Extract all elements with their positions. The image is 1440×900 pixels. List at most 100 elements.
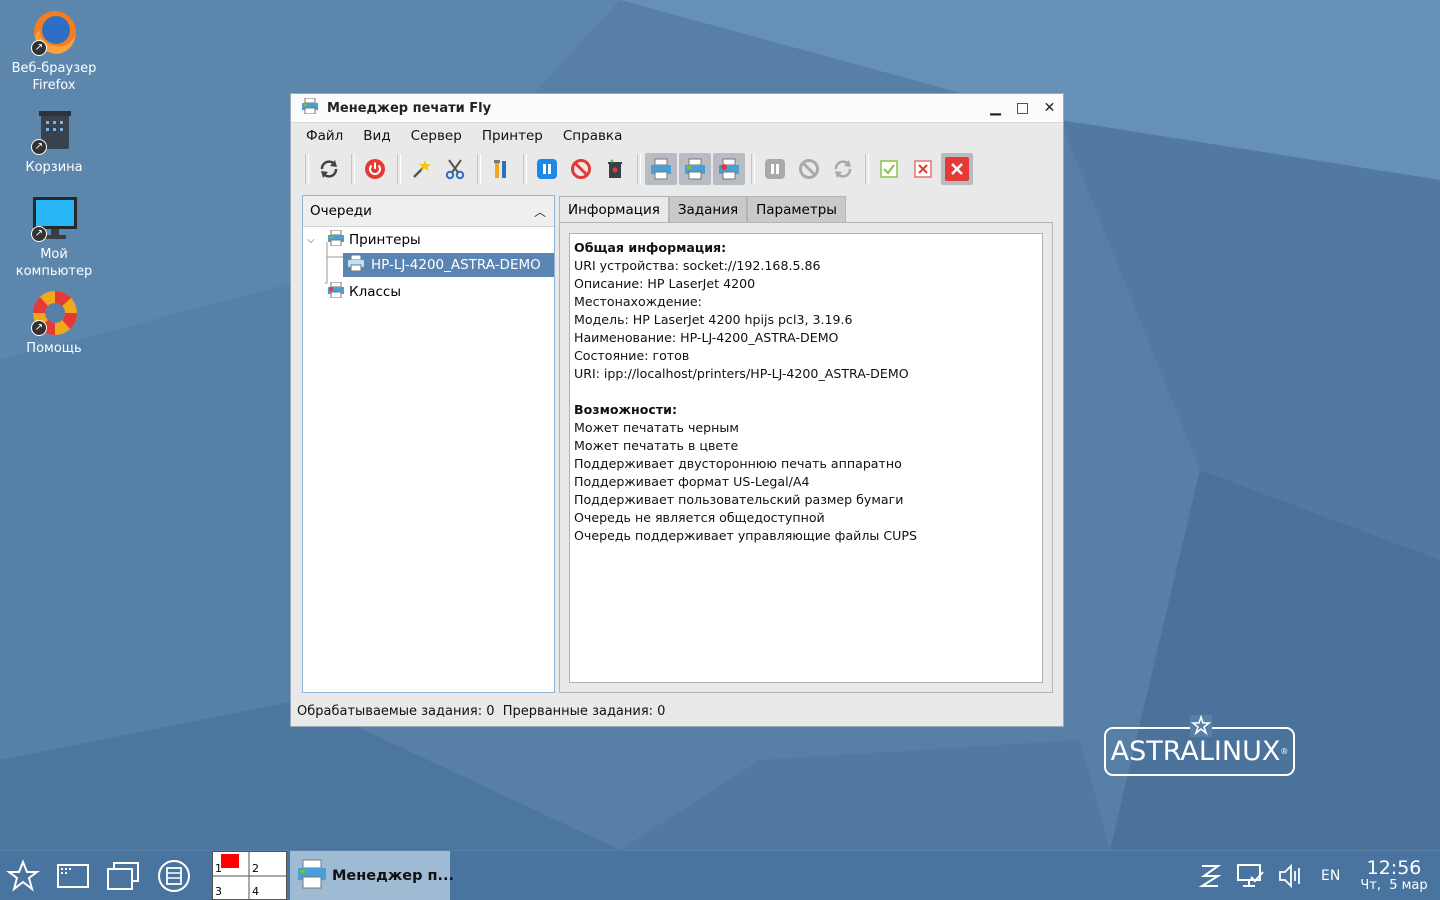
desktop-icon-trash[interactable]: ↗ Корзина [0, 107, 108, 176]
printer-app-icon [301, 97, 319, 118]
reject-jobs-button[interactable] [565, 153, 597, 185]
chevron-up-icon: ︿ [533, 204, 546, 219]
tree-item-printer-hp[interactable]: HP-LJ-4200_ASTRA-DEMO [343, 253, 554, 277]
exit-button[interactable] [941, 153, 973, 185]
chevron-down-icon[interactable]: ⌵ [307, 235, 323, 246]
toolbar-separator [351, 154, 355, 184]
cancel-job-button[interactable] [793, 153, 825, 185]
tab-jobs[interactable]: Задания [668, 196, 748, 223]
show-printers-button[interactable] [645, 153, 677, 185]
keyboard-layout[interactable]: EN [1321, 851, 1340, 900]
toolbar-separator [397, 154, 401, 184]
pause-printer-button[interactable] [531, 153, 563, 185]
tree-item-classes[interactable]: Классы [327, 280, 401, 304]
desktop-icon-label: Firefox [32, 78, 76, 93]
clock[interactable]: 12:56 Чт, 5 мар [1358, 851, 1430, 900]
network-tray-icon-wrap[interactable] [1198, 851, 1222, 900]
desktop-icon-firefox[interactable]: ↗ Веб-браузер Firefox [0, 8, 108, 94]
purge-jobs-button[interactable] [599, 153, 631, 185]
menu-view[interactable]: Вид [353, 128, 400, 144]
wizard-button[interactable] [405, 153, 437, 185]
logo-text: ASTRALINUX [1110, 736, 1281, 767]
restart-job-button[interactable] [827, 153, 859, 185]
file-manager-button[interactable] [157, 859, 191, 893]
refresh-button[interactable] [313, 153, 345, 185]
apply-button[interactable] [873, 153, 905, 185]
capability-line: Поддерживает формат US-Legal/A4 [574, 474, 810, 489]
toolbar-separator [637, 154, 641, 184]
tab-info[interactable]: Информация [559, 196, 669, 223]
info-panel: Общая информация: URI устройства: socket… [559, 222, 1053, 693]
star-logo-icon [1190, 715, 1212, 737]
pause-icon [537, 159, 557, 179]
show-remote-printers-button[interactable] [713, 153, 745, 185]
forbidden-gray-icon [799, 159, 819, 179]
info-text-area[interactable]: Общая информация: URI устройства: socket… [569, 233, 1043, 683]
info-line: Модель: HP LaserJet 4200 hpijs pcl3, 3.1… [574, 312, 853, 327]
refresh-icon [320, 160, 338, 178]
menu-server[interactable]: Сервер [401, 128, 472, 144]
desktop-window-icon [57, 864, 89, 888]
delete-printer-button[interactable] [439, 153, 471, 185]
display-tray-icon-wrap[interactable] [1236, 851, 1266, 900]
tab-parameters[interactable]: Параметры [747, 196, 846, 223]
toolbar [291, 149, 1063, 189]
menu-file[interactable]: Файл [296, 128, 353, 144]
queues-panel: Очереди ︿ ⌵ Принтеры HP-LJ-4200_ASTRA-DE… [302, 195, 555, 693]
status-bar: Обрабатываемые задания: 0 Прерванные зад… [297, 704, 666, 719]
taskbar: 1 2 3 4 Менеджер п... EN 12:56 Чт, 5 мар [0, 851, 1440, 900]
printer-app-icon [296, 859, 328, 893]
tools-icon [494, 160, 506, 178]
window-titlebar[interactable]: Менеджер печати Fly ▁ □ ✕ [291, 94, 1063, 123]
show-local-printers-button[interactable] [679, 153, 711, 185]
desktop-pager[interactable]: 1 2 3 4 [212, 851, 287, 900]
taskbar-task-print-manager[interactable]: Менеджер п... [290, 851, 454, 900]
menu-printer[interactable]: Принтер [472, 128, 553, 144]
info-line: Наименование: HP-LJ-4200_ASTRA-DEMO [574, 330, 839, 345]
clock-date: Чт, 5 мар [1360, 877, 1428, 893]
pager-desk-4[interactable]: 4 [252, 885, 259, 898]
show-desktop-button[interactable] [56, 859, 90, 893]
properties-button[interactable] [485, 153, 517, 185]
printer-class-icon [327, 281, 345, 302]
tree-item-printers[interactable]: ⌵ Принтеры [307, 228, 421, 252]
info-line: Местонахождение: [574, 294, 702, 309]
pager-desk-2[interactable]: 2 [252, 862, 259, 875]
capability-line: Поддерживает двустороннюю печать аппарат… [574, 456, 902, 471]
desktop-icon-label: Помощь [26, 341, 82, 356]
minimize-button[interactable]: ▁ [982, 100, 1009, 116]
printer-local-icon [685, 158, 705, 180]
toolbar-separator [523, 154, 527, 184]
star-icon [6, 859, 40, 892]
lifebuoy-icon: ↗ [29, 288, 79, 338]
toolbar-separator [865, 154, 869, 184]
pager-desk-1[interactable]: 1 [215, 862, 222, 875]
start-menu-button[interactable] [6, 859, 40, 893]
pager-desk-3[interactable]: 3 [215, 885, 222, 898]
power-button[interactable] [359, 153, 391, 185]
queues-header[interactable]: Очереди ︿ [303, 196, 554, 227]
pause-gray-icon [765, 159, 785, 179]
desktop-icon-my-computer[interactable]: ↗ Мой компьютер [0, 194, 108, 280]
menu-help[interactable]: Справка [553, 128, 632, 144]
zigzag-icon [1198, 864, 1222, 887]
magic-wand-icon [413, 160, 431, 178]
queues-header-label: Очереди [310, 203, 372, 219]
monitor-check-icon [1237, 863, 1264, 887]
tab-bar: Информация Задания Параметры [559, 196, 846, 223]
desktop-icon-label: Корзина [25, 160, 83, 175]
info-line: URI устройства: socket://192.168.5.86 [574, 258, 821, 273]
close-button[interactable]: ✕ [1036, 100, 1063, 116]
tree-item-classes-label: Классы [349, 284, 401, 300]
hold-job-button[interactable] [759, 153, 791, 185]
task-label: Менеджер п... [332, 867, 455, 884]
desktop-icon-help[interactable]: ↗ Помощь [0, 288, 108, 357]
maximize-button[interactable]: □ [1009, 100, 1036, 116]
volume-tray-icon-wrap[interactable] [1277, 851, 1301, 900]
windows-stack-icon [107, 862, 139, 890]
revert-button[interactable] [907, 153, 939, 185]
cross-box-icon [914, 160, 932, 178]
printer-item-label: HP-LJ-4200_ASTRA-DEMO [371, 257, 541, 273]
general-heading: Общая информация: [574, 240, 727, 255]
window-switcher-button[interactable] [106, 859, 140, 893]
